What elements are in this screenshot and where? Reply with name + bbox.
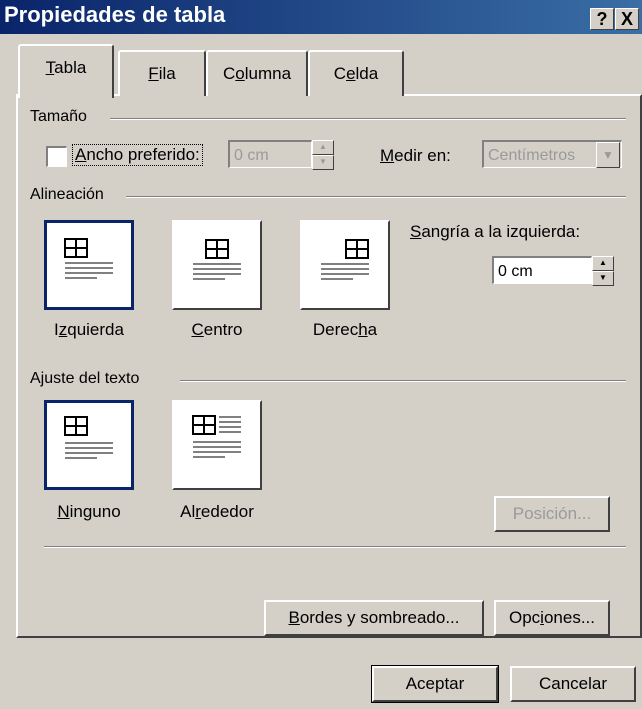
- tab-columna[interactable]: Columna: [206, 50, 308, 96]
- tab-celda[interactable]: Celda: [308, 50, 404, 96]
- preferred-width-label[interactable]: Ancho preferido:: [72, 144, 203, 166]
- options-button[interactable]: Opciones...: [494, 600, 610, 636]
- spin-down-icon[interactable]: ▼: [312, 155, 334, 170]
- left-indent-spinner[interactable]: ▲ ▼: [592, 256, 614, 286]
- tab-tabla[interactable]: Tabla: [18, 44, 114, 98]
- position-button[interactable]: Posición...: [494, 496, 610, 532]
- align-center-label: Centro: [191, 320, 243, 339]
- borders-shading-button[interactable]: Bordes y sombreado...: [264, 600, 484, 636]
- alignment-group-divider: [126, 196, 626, 198]
- help-icon[interactable]: ?: [590, 8, 614, 30]
- wrap-around-option[interactable]: [172, 400, 262, 490]
- align-right-label: Derecha: [312, 320, 378, 339]
- align-right-option[interactable]: [300, 220, 390, 310]
- wrap-none-icon: [64, 416, 113, 459]
- preferred-width-spinner[interactable]: ▲ ▼: [312, 140, 334, 170]
- wrap-group-divider: [180, 380, 626, 382]
- spin-down-icon[interactable]: ▼: [592, 271, 614, 286]
- align-left-icon: [64, 238, 113, 279]
- wrap-around-icon: [192, 415, 241, 458]
- title-bar: Propiedades de tabla ? X: [0, 0, 642, 34]
- wrap-none-option[interactable]: [44, 400, 134, 490]
- close-icon[interactable]: X: [615, 8, 639, 30]
- measure-in-label: Medir en:: [380, 146, 451, 165]
- left-indent-input[interactable]: 0 cm: [492, 256, 592, 284]
- size-group-label: Tamaño: [30, 108, 93, 126]
- wrap-group-label: Ajuste del texto: [30, 370, 146, 388]
- align-left-label: Izquierda: [54, 320, 124, 339]
- spin-up-icon[interactable]: ▲: [312, 140, 334, 155]
- align-center-option[interactable]: [172, 220, 262, 310]
- tab-fila[interactable]: Fila: [118, 50, 206, 96]
- tab-panel-tabla: [16, 94, 642, 638]
- size-group-divider: [110, 118, 626, 120]
- wrap-none-label: Ninguno: [57, 502, 121, 521]
- accept-button[interactable]: Aceptar: [371, 665, 499, 703]
- alignment-group-label: Alineación: [30, 186, 110, 204]
- align-center-icon: [193, 239, 241, 280]
- preferred-width-checkbox[interactable]: [46, 146, 67, 167]
- wrap-around-label: Alrededor: [180, 502, 254, 521]
- align-left-option[interactable]: [44, 220, 134, 310]
- chevron-down-icon[interactable]: ▼: [596, 142, 620, 168]
- left-indent-label: Sangría a la izquierda:: [410, 222, 581, 241]
- preferred-width-input[interactable]: 0 cm: [228, 140, 312, 168]
- bottom-separator: [44, 546, 626, 548]
- cancel-button[interactable]: Cancelar: [510, 666, 636, 702]
- spin-up-icon[interactable]: ▲: [592, 256, 614, 271]
- window-title: Propiedades de tabla: [4, 2, 226, 27]
- align-right-icon: [321, 239, 369, 280]
